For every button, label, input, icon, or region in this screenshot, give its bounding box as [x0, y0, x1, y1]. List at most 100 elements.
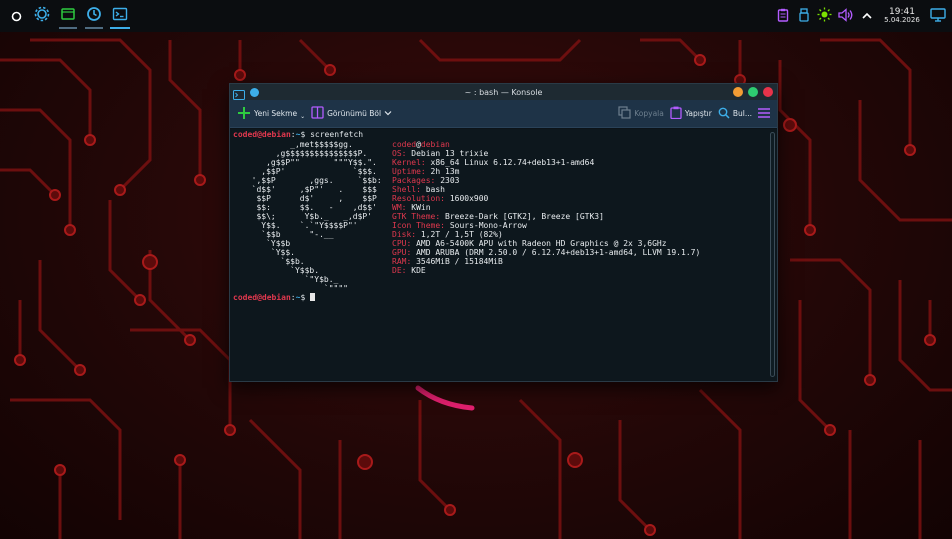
panel-launchers [0, 0, 134, 32]
konsole-launcher[interactable] [108, 2, 132, 30]
info-row: WM: KWin [392, 203, 700, 212]
new-tab-button[interactable]: Yeni Sekme ⌄ [234, 103, 308, 125]
hamburger-menu-icon [758, 107, 770, 120]
copy-icon [618, 106, 631, 121]
info-key: GPU: [392, 248, 412, 257]
search-icon [718, 107, 730, 121]
konsole-toolbar: Yeni Sekme ⌄ Görünümü Böl Kopyala Yapışt… [230, 100, 777, 128]
copy-button[interactable]: Kopyala [615, 103, 667, 125]
info-rows: OS: Debian 13 trixie Kernel: x86_64 Linux… [392, 149, 700, 275]
terminal-view[interactable]: coded@debian:~$ screenfetch _,met$$$$$gg… [230, 129, 777, 381]
split-view-button[interactable]: Görünümü Böl [308, 103, 395, 125]
info-row: Packages: 2303 [392, 176, 700, 185]
info-key: CPU: [392, 239, 412, 248]
logo-line: `Y$$b [242, 239, 291, 248]
info-key: Packages: [392, 176, 436, 185]
info-key: Shell: [392, 185, 421, 194]
logo-line: `"Y$b._ [242, 275, 339, 284]
info-row: Resolution: 1600x900 [392, 194, 700, 203]
info-row: Shell: bash [392, 185, 700, 194]
maximize-button[interactable] [748, 87, 758, 97]
info-value: x86_64 Linux 6.12.74+deb13+1-amd64 [430, 158, 595, 167]
logo-line: `"""" [242, 284, 348, 293]
circle-icon [11, 7, 22, 26]
paste-button[interactable]: Yapıştır [667, 103, 715, 125]
command-text: screenfetch [310, 130, 364, 139]
logo-line: ,g$$P"" """Y$$.". [242, 158, 377, 167]
konsole-window: ~ : bash — Konsole Yeni Sekme ⌄ Görünümü… [229, 83, 778, 382]
prompt-symbol: $ [300, 130, 306, 139]
brightness-tray-button[interactable] [816, 6, 833, 26]
paste-icon [670, 106, 682, 121]
info-value: KWin [411, 203, 431, 212]
text-cursor [310, 293, 316, 301]
info-value: 1600x900 [449, 194, 489, 203]
logo-line: `Y$$b. [242, 266, 320, 275]
info-key: RAM: [392, 257, 412, 266]
info-value: AMD ARUBA (DRM 2.50.0 / 6.12.74+deb13+1-… [416, 248, 701, 257]
tray-expander-button[interactable] [858, 6, 875, 26]
info-key: GTK Theme: [392, 212, 441, 221]
new-tab-label: Yeni Sekme [254, 109, 298, 118]
info-row: DE: KDE [392, 266, 700, 275]
logo-line: ,$$P' `$$$. [242, 167, 377, 176]
info-key: Uptime: [392, 167, 426, 176]
hamburger-menu-button[interactable] [755, 103, 773, 125]
dropdown-indicator-icon: ⌄ [300, 113, 306, 120]
logo-line: `Y$$. [242, 248, 295, 257]
info-value: Sours-Mono-Arrow [449, 221, 527, 230]
prompt-user: coded@debian [233, 293, 291, 302]
info-header: coded@debian [392, 140, 700, 149]
settings-launcher[interactable] [30, 2, 54, 30]
logo-line: $$P d$' , $$P [242, 194, 377, 203]
updater-launcher[interactable] [82, 2, 106, 30]
info-key: Icon Theme: [392, 221, 445, 230]
top-panel: 19:41 5.04.2026 [0, 0, 952, 32]
info-row: Kernel: x86_64 Linux 6.12.74+deb13+1-amd… [392, 158, 700, 167]
terminal-scrollbar[interactable] [770, 132, 775, 377]
prompt-symbol: $ [300, 293, 306, 302]
info-value: 1,2T / 1,5T (82%) [420, 230, 503, 239]
info-row: Uptime: 2h 13m [392, 167, 700, 176]
logo-line: ',$$P ,ggs. `$$b: [242, 176, 382, 185]
desktop-icon [929, 7, 946, 26]
clipboard-icon [777, 7, 789, 26]
info-host: debian [420, 140, 450, 149]
app-launcher-button[interactable] [4, 2, 28, 30]
info-value: bash [425, 185, 445, 194]
find-label: Bul... [732, 109, 752, 118]
command-line: coded@debian:~$ screenfetch [233, 130, 765, 139]
usb-icon [798, 7, 809, 26]
minimize-button[interactable] [733, 87, 743, 97]
chevron-up-icon [861, 7, 873, 26]
window-titlebar[interactable]: ~ : bash — Konsole [230, 84, 777, 100]
show-desktop-button[interactable] [929, 6, 946, 26]
refresh-icon [86, 6, 102, 26]
toolbar-right-group: Kopyala Yapıştır Bul... [615, 103, 773, 125]
info-value: Breeze-Dark [GTK2], Breeze [GTK3] [445, 212, 604, 221]
split-view-icon [311, 106, 324, 121]
close-button[interactable] [763, 87, 773, 97]
chevron-down-icon [384, 109, 392, 119]
logo-line: `$$b "-.__ [242, 230, 334, 239]
clipboard-tray-button[interactable] [774, 6, 791, 26]
info-row: GPU: AMD ARUBA (DRM 2.50.0 / 6.12.74+deb… [392, 248, 700, 257]
info-value: 2h 13m [430, 167, 460, 176]
prompt-user: coded@debian [233, 130, 291, 139]
panel-clock[interactable]: 19:41 5.04.2026 [879, 7, 925, 25]
usb-tray-button[interactable] [795, 6, 812, 26]
info-row: OS: Debian 13 trixie [392, 149, 700, 158]
find-button[interactable]: Bul... [715, 103, 755, 125]
copy-label: Kopyala [634, 109, 664, 118]
terminal-icon [112, 6, 128, 26]
volume-tray-button[interactable] [837, 6, 854, 26]
info-row: RAM: 3546MiB / 15184MiB [392, 257, 700, 266]
clock-date: 5.04.2026 [884, 16, 920, 25]
window-controls [733, 87, 777, 97]
file-manager-launcher[interactable] [56, 2, 80, 30]
info-row: Disk: 1,2T / 1,5T (82%) [392, 230, 700, 239]
logo-line: `$$b. [242, 257, 305, 266]
system-info: coded@debian OS: Debian 13 trixie Kernel:… [392, 140, 700, 275]
info-key: Disk: [392, 230, 417, 239]
info-row: GTK Theme: Breeze-Dark [GTK2], Breeze [G… [392, 212, 700, 221]
